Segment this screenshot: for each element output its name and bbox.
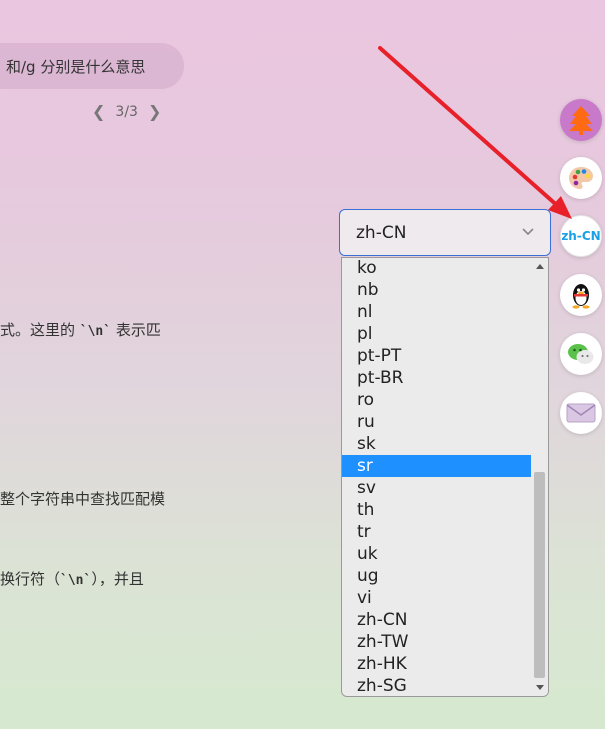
language-select[interactable]: zh-CN [339,209,551,256]
mail-icon [566,403,596,423]
language-option[interactable]: ko [342,258,531,279]
language-option[interactable]: pl [342,323,531,345]
prev-page-icon[interactable]: ❮ [92,102,105,121]
language-option[interactable]: vi [342,587,531,609]
inline-code: `\n` [60,573,92,588]
dropdown-scrollbar[interactable] [532,258,548,696]
language-option[interactable]: th [342,499,531,521]
wechat-button[interactable] [560,333,602,375]
language-option[interactable]: uk [342,543,531,565]
tree-button[interactable] [560,99,602,141]
language-option-highlighted[interactable]: sr [342,455,531,477]
language-option[interactable]: nl [342,301,531,323]
language-dropdown[interactable]: ko nb nl pl pt-PT pt-BR ro ru sk sr sv t… [341,257,549,697]
language-option[interactable]: zh-SG [342,675,531,696]
body-text-line-3: 换行符（`\n`），并且 [0,570,144,588]
language-option[interactable]: sv [342,477,531,499]
language-option[interactable]: tr [342,521,531,543]
language-option[interactable]: pt-PT [342,345,531,367]
pager: ❮ 3/3 ❯ [92,102,161,121]
qq-button[interactable] [560,274,602,316]
body-text-line-1: 式。这里的 `\n` 表示匹 [0,321,161,339]
tree-icon [569,106,593,135]
language-option-list: ko nb nl pl pt-PT pt-BR ro ru sk sr sv t… [342,258,532,696]
language-option[interactable]: ro [342,389,531,411]
body-text-line-2: 整个字符串中查找匹配模 [0,490,166,508]
palette-icon [569,167,593,189]
scrollbar-thumb[interactable] [534,472,545,678]
qq-penguin-icon [572,284,590,309]
language-select-value: zh-CN [356,222,407,243]
language-option[interactable]: ug [342,565,531,587]
inline-code: `\n` [79,324,112,339]
chevron-down-icon [522,228,534,236]
wechat-icon [568,344,594,364]
page-indicator: 3/3 [115,103,138,120]
language-option[interactable]: pt-BR [342,367,531,389]
language-option[interactable]: nb [342,279,531,301]
scroll-down-icon[interactable] [536,685,544,690]
theme-palette-button[interactable] [560,157,602,199]
next-page-icon[interactable]: ❯ [148,102,161,121]
chat-bubble-text: 和/g 分别是什么意思 [6,57,146,76]
language-option[interactable]: zh-HK [342,653,531,675]
email-button[interactable] [560,392,602,434]
language-option[interactable]: zh-CN [342,609,531,631]
scroll-up-icon[interactable] [536,264,544,269]
language-toggle-button[interactable]: zh-CN [560,215,602,257]
chat-bubble: 和/g 分别是什么意思 [0,43,184,89]
language-toggle-label: zh-CN [561,229,601,243]
language-option[interactable]: ru [342,411,531,433]
language-option[interactable]: zh-TW [342,631,531,653]
language-option[interactable]: sk [342,433,531,455]
